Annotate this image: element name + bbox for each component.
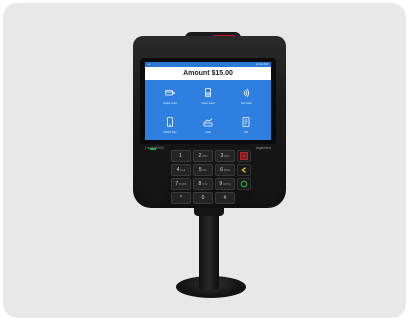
key-0[interactable]: 0 — [193, 192, 213, 204]
status-time: 10:42 AM — [255, 62, 268, 66]
status-left: ◂ — [148, 62, 150, 66]
payment-option-label: Mobile Pay — [163, 130, 177, 134]
terminal-right-grip — [252, 160, 282, 200]
key-hash[interactable]: # — [215, 192, 235, 204]
cash-icon — [203, 118, 213, 126]
payment-options-grid: Swipe Card Insert Card Tap Card Mobile P… — [145, 80, 271, 139]
payment-option-label: Insert Card — [201, 101, 215, 105]
key-star[interactable]: * — [171, 192, 191, 204]
enter-button[interactable] — [237, 178, 251, 190]
key-8[interactable]: 8 TUV — [193, 178, 213, 190]
payment-option-mobile[interactable]: Mobile Pay — [151, 110, 189, 139]
payment-option-gift[interactable]: Gift — [227, 110, 265, 139]
stand-pole — [199, 210, 219, 290]
key-4[interactable]: 4 GHI — [171, 164, 191, 176]
cancel-button[interactable] — [237, 150, 251, 162]
payment-option-tap[interactable]: Tap Card — [227, 81, 265, 110]
card-swipe-icon — [165, 89, 176, 95]
payment-option-label: Swipe Card — [163, 101, 177, 105]
key-6[interactable]: 6 MNO — [215, 164, 235, 176]
key-2[interactable]: 2 ABC — [193, 150, 213, 162]
correct-button[interactable] — [237, 164, 251, 176]
key-9[interactable]: 9 WXYZ — [215, 178, 235, 190]
key-1[interactable]: 1 — [171, 150, 191, 162]
payment-option-cash[interactable]: Cash — [189, 110, 227, 139]
receipt-icon — [242, 116, 250, 127]
status-led — [150, 148, 156, 150]
payment-option-label: Gift — [243, 130, 249, 134]
pin-keypad: 1 2 ABC 3 DEF 4 GHI 5 JKL 6 MNO 7 PQRS 8 TUV 9W… — [171, 150, 251, 208]
payment-option-label: Cash — [204, 130, 212, 134]
payment-option-swipe[interactable]: Swipe Card — [151, 81, 189, 110]
contactless-icon — [243, 88, 249, 97]
payment-option-insert[interactable]: Insert Card — [189, 81, 227, 110]
brand-logo: ingenico — [256, 145, 271, 150]
backspace-icon — [241, 167, 246, 173]
payment-option-label: Tap Card — [240, 101, 252, 105]
terminal-left-grip — [137, 160, 167, 200]
cancel-icon — [240, 152, 248, 160]
amount-title: Amount $15.00 — [145, 67, 271, 80]
card-insert-icon — [205, 87, 211, 97]
key-3[interactable]: 3 DEF — [215, 150, 235, 162]
key-5[interactable]: 5 JKL — [193, 164, 213, 176]
status-bar: ◂ 10:42 AM — [145, 62, 271, 67]
key-7[interactable]: 7 PQRS — [171, 178, 191, 190]
terminal-screen: ◂ 10:42 AM Amount $15.00 Swipe Card Inse… — [145, 62, 271, 140]
enter-icon — [240, 180, 248, 188]
mobile-pay-icon — [167, 116, 173, 127]
